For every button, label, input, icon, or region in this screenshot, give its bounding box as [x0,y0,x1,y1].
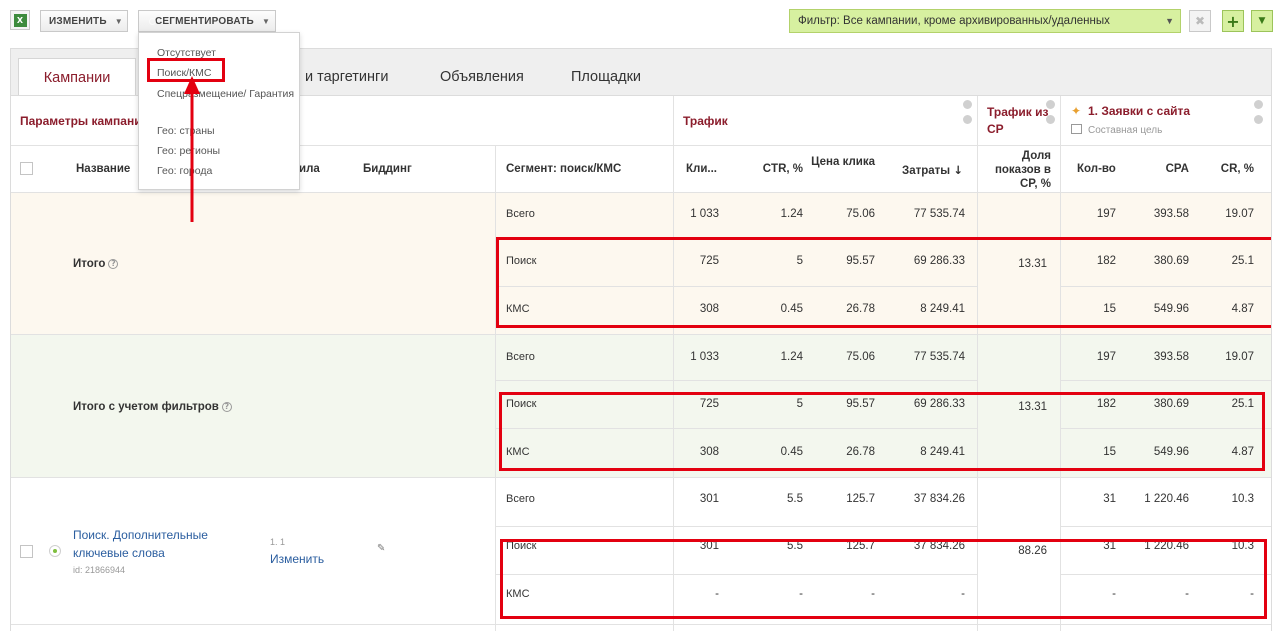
clicks-cell: 1 033 [690,351,719,363]
segment-dropdown: Отсутствует Поиск/КМС Спецразмещение/ Га… [138,32,300,190]
goal-subtitle: Составная цель [1088,125,1163,136]
gear-icon[interactable] [1254,100,1263,109]
close-icon: ✖ [1194,14,1206,28]
cpa-cell: 393.58 [1153,351,1189,363]
tab-targeting[interactable]: и таргетинги [305,58,388,96]
col-share[interactable]: Доля показов в СР, % [989,149,1051,191]
cr-cell: 19.07 [1225,208,1254,220]
col-rule[interactable]: ила [299,163,320,175]
count-cell: 31 [1103,493,1116,505]
segment-cell: Всего [506,351,535,363]
col-cost[interactable]: Затраты ↓ [902,163,963,177]
segment-cell: Всего [506,493,535,505]
col-segment[interactable]: Сегмент: поиск/КМС [506,163,621,175]
highlight-box [496,237,1271,328]
help-icon[interactable] [1254,115,1263,124]
tab-campaigns[interactable]: Кампании [18,58,136,97]
section-title-total: Итого? [73,258,119,270]
segment-button[interactable]: СЕГМЕНТИРОВАТЬ ▼ [138,10,276,32]
col-count[interactable]: Кол-во [1077,163,1116,175]
cost-cell: 77 535.74 [913,351,965,363]
tab-ads[interactable]: Объявления [440,58,524,96]
section-title-total-label: Итого [73,258,106,270]
help-icon[interactable] [963,115,972,124]
section-title-filtered: Итого с учетом фильтров? [73,401,232,413]
segment-option-geo-countries[interactable]: Гео: страны [139,123,299,143]
annotation-arrow [184,76,200,222]
chevron-down-icon: ▼ [261,16,271,26]
plus-icon: + [1226,11,1240,31]
help-icon[interactable]: ? [108,258,119,269]
pencil-icon[interactable]: ✎ [377,543,385,554]
highlight-box [500,539,1267,619]
clicks-cell: 301 [699,493,719,505]
change-button-label: ИЗМЕНИТЬ [49,15,107,27]
cost-cell: 37 834.26 [913,493,965,505]
group-traffic-header: Трафик [683,114,728,128]
help-icon[interactable]: ? [221,401,232,412]
chevron-down-icon: ▼ [114,16,123,26]
price-cell: 75.06 [846,208,875,220]
col-ctr[interactable]: CTR, % [741,163,803,175]
row-checkbox[interactable] [20,545,33,558]
price-cell: 125.7 [846,493,875,505]
composite-goal-icon [1071,124,1082,134]
export-excel-button[interactable]: X [10,10,30,30]
segment-button-label: СЕГМЕНТИРОВАТЬ [155,15,254,27]
cpa-cell: 393.58 [1153,208,1189,220]
filter-menu-button[interactable]: ▼ [1251,10,1273,32]
rule-number: 1. 1 [270,537,286,547]
excel-icon: X [13,13,27,27]
group-params-header: Параметры кампании [20,114,149,128]
highlight-box [499,392,1265,471]
filter-text: Фильтр: Все кампании, кроме архивированн… [798,15,1110,27]
price-cell: 75.06 [846,351,875,363]
cost-cell: 77 535.74 [913,208,965,220]
gear-icon[interactable] [1046,100,1055,109]
col-cr[interactable]: CR, % [1201,163,1254,175]
col-bidding[interactable]: Биддинг [363,163,412,175]
campaign-id: id: 21866944 [73,565,126,575]
col-name[interactable]: Название [76,163,130,175]
filter-select[interactable]: Фильтр: Все кампании, кроме архивированн… [789,9,1181,33]
add-filter-button[interactable]: + [1222,10,1244,32]
segment-cell: Всего [506,208,535,220]
goal-icon: ✦ [1071,104,1082,118]
clear-filter-button[interactable]: ✖ [1189,10,1211,32]
segment-option-placement[interactable]: Спецразмещение/ Гарантия [139,85,299,123]
tab-placements[interactable]: Площадки [571,58,641,96]
col-cost-label: Затраты [902,165,951,177]
ctr-cell: 1.24 [780,351,803,363]
col-price[interactable]: Цена клика [811,155,875,169]
ctr-cell: 5.5 [787,493,803,505]
chevron-down-icon: ▼ [1258,16,1266,26]
campaign-name-link[interactable]: Поиск. Дополнительные ключевые слова [73,526,223,562]
cr-cell: 10.3 [1231,493,1254,505]
ctr-cell: 1.24 [780,208,803,220]
sort-desc-icon: ↓ [953,163,963,177]
col-cpa[interactable]: CPA [1141,163,1189,175]
chevron-down-icon: ▼ [1165,16,1174,26]
help-icon[interactable] [1046,115,1055,124]
status-indicator[interactable] [49,545,61,557]
group-goal-header: 1. Заявки с сайта [1088,104,1191,118]
count-cell: 197 [1096,351,1116,363]
segment-option-geo-regions[interactable]: Гео: регионы [139,143,299,163]
change-button[interactable]: ИЗМЕНИТЬ ▼ [40,10,128,32]
segment-option-geo-cities[interactable]: Гео: города [139,163,299,183]
clicks-cell: 1 033 [690,208,719,220]
count-cell: 197 [1096,208,1116,220]
group-sr-header: Трафик из СР [987,105,1049,136]
gear-icon[interactable] [963,100,972,109]
section-title-filtered-label: Итого с учетом фильтров [73,401,219,413]
edit-rule-link[interactable]: Изменить [270,552,324,566]
select-all-checkbox[interactable] [20,162,33,175]
cpa-cell: 1 220.46 [1144,493,1189,505]
cr-cell: 19.07 [1225,351,1254,363]
col-clicks[interactable]: Кли... [686,163,717,175]
